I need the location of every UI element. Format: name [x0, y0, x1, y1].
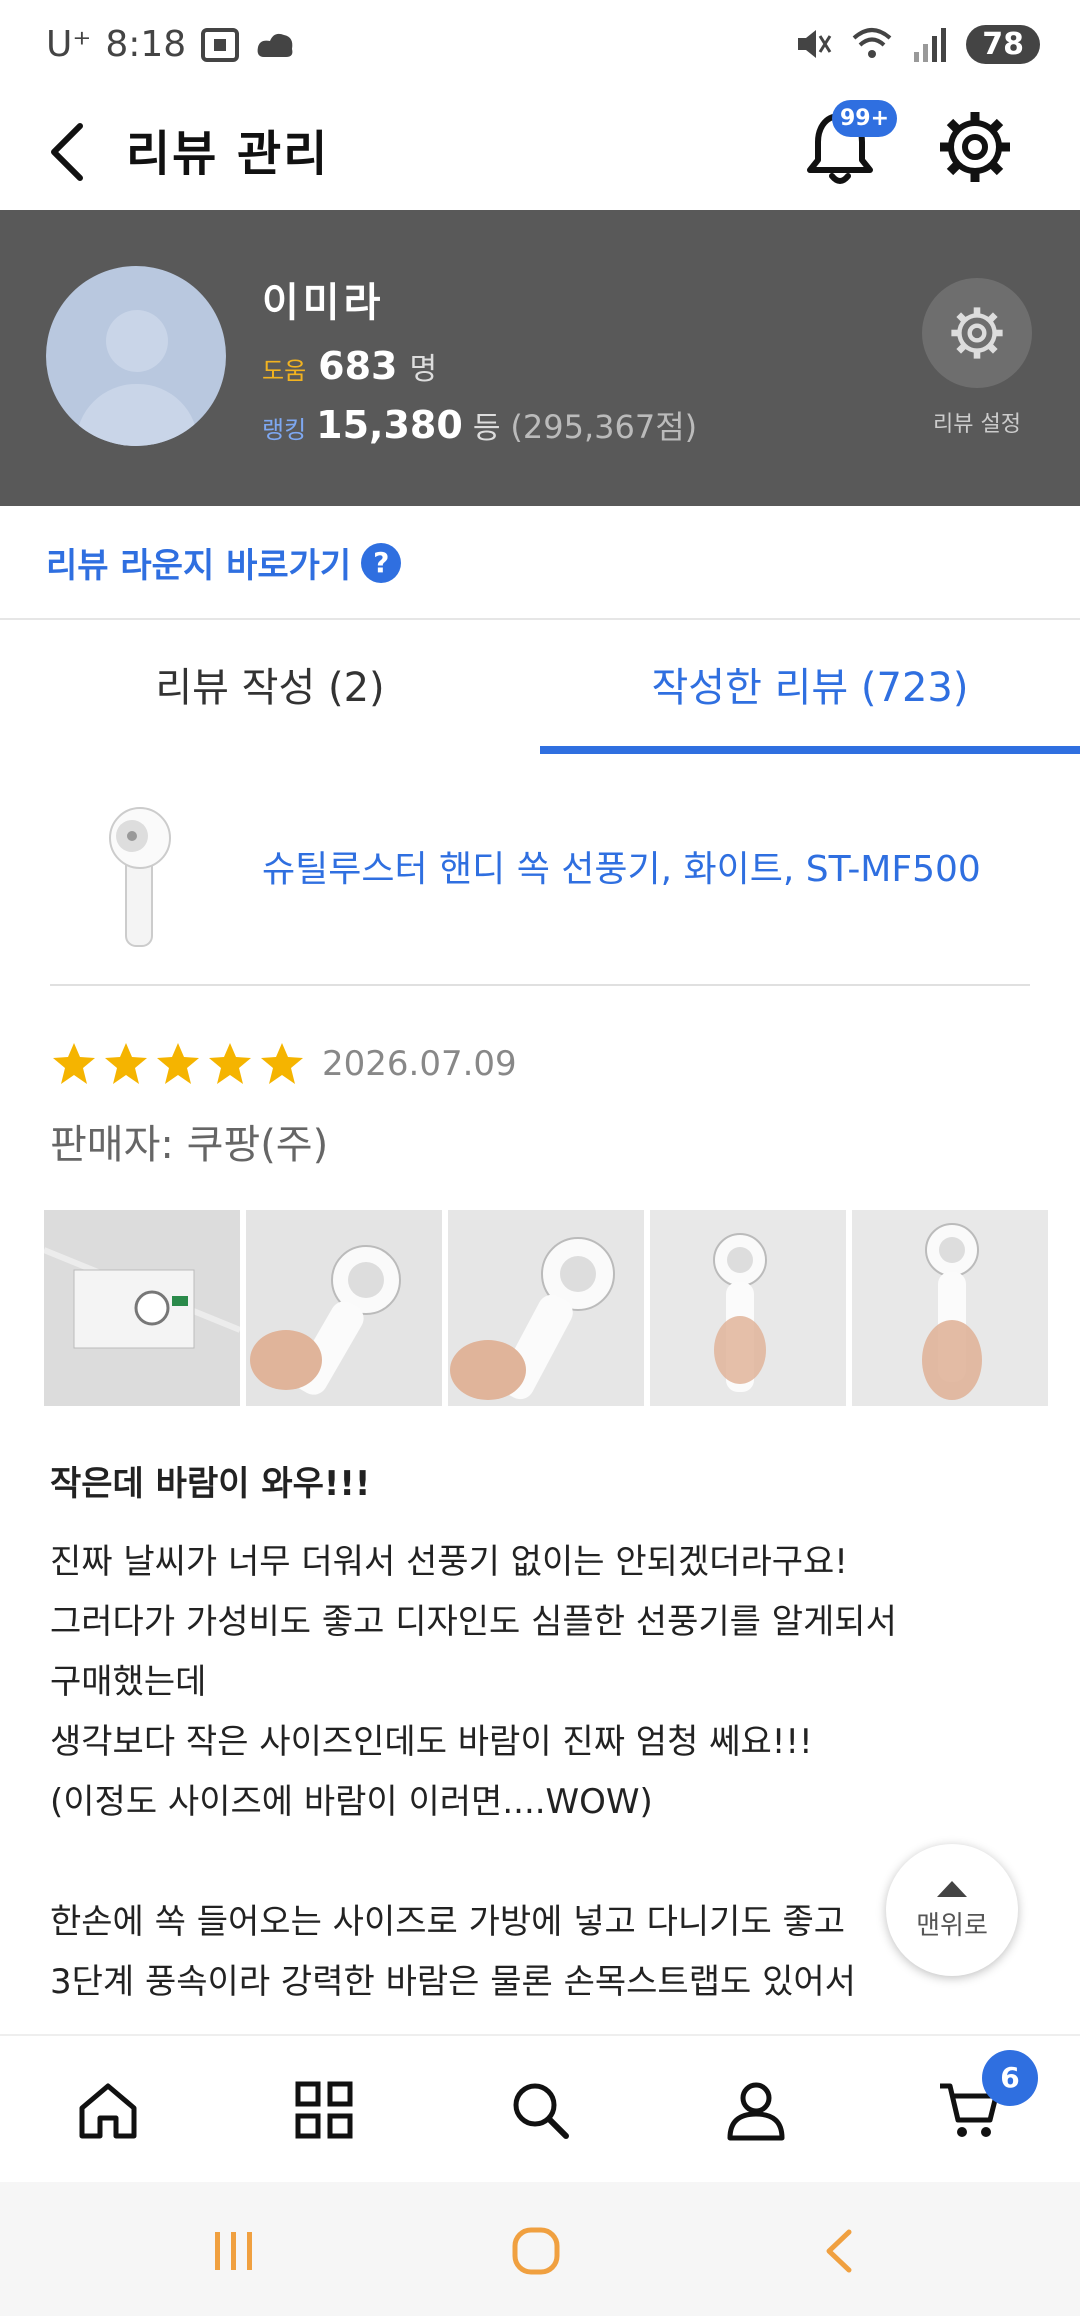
app-header: 리뷰 관리 99+	[0, 92, 1080, 210]
review-lounge-link[interactable]: 리뷰 라운지 바로가기 ?	[46, 538, 402, 587]
signal-icon	[914, 28, 947, 62]
profile-name: 이미라	[262, 280, 385, 326]
review-line: 진짜 날씨가 너무 더워서 선풍기 없이는 안되겠더라구요!	[50, 1542, 848, 1582]
review-settings-button[interactable]	[922, 278, 1032, 388]
rank-unit: 등	[472, 411, 501, 446]
avatar-body	[76, 384, 198, 446]
review-line: (이정도 사이즈에 바람이 이러면....WOW)	[50, 1782, 653, 1822]
avatar[interactable]	[46, 266, 226, 446]
help-icon[interactable]: ?	[361, 542, 402, 583]
lounge-label: 리뷰 라운지 바로가기	[46, 546, 352, 586]
page-title: 리뷰 관리	[126, 126, 330, 182]
tab-written-reviews[interactable]: 작성한 리뷰 (723)	[540, 620, 1080, 756]
rank-value: 15,380	[316, 403, 463, 447]
grid-icon	[295, 2081, 353, 2139]
search-icon	[513, 2083, 569, 2139]
status-right: 78	[792, 24, 1040, 64]
product-name[interactable]: 슈틸루스터 핸디 쏙 선풍기, 화이트, ST-MF500	[262, 840, 981, 892]
rank-row: 랭킹 15,380 등 (295,367점)	[262, 402, 697, 448]
help-count: 683	[318, 344, 398, 388]
review-photo[interactable]	[44, 1210, 240, 1406]
user-icon	[727, 2082, 785, 2141]
product-row[interactable]: 슈틸루스터 핸디 쏙 선풍기, 화이트, ST-MF500	[0, 770, 1080, 970]
active-tab-indicator	[540, 746, 1080, 754]
tab-write-review[interactable]: 리뷰 작성 (2)	[0, 620, 540, 756]
gear-icon	[951, 307, 1003, 359]
back-to-top-label: 맨위로	[916, 1910, 988, 1941]
status-bar: U⁺ 8:18 78	[0, 0, 1080, 92]
star-icon	[261, 1043, 303, 1084]
gear-icon	[940, 112, 1010, 182]
battery-indicator: 78	[966, 24, 1040, 64]
review-line: 생각보다 작은 사이즈인데도 바람이 진짜 엄청 쎄요!!!	[50, 1722, 813, 1762]
caret-up-icon	[937, 1880, 967, 1897]
chevron-left-icon	[51, 123, 83, 181]
nav-home[interactable]	[68, 2070, 148, 2150]
photo-hand-fan-image	[852, 1210, 1048, 1406]
review-line: 그러다가 가성비도 좋고 디자인도 심플한 선풍기를 알게되서	[50, 1602, 897, 1642]
home-circle-icon	[512, 2227, 560, 2275]
clock: 8:18	[105, 24, 187, 65]
system-back-button[interactable]	[800, 2216, 880, 2286]
review-line	[50, 1832, 1030, 1892]
review-line: 구매했는데	[50, 1662, 207, 1702]
review-body: 진짜 날씨가 너무 더워서 선풍기 없이는 안되겠더라구요! 그러다가 가성비도 …	[50, 1532, 1030, 2012]
back-button[interactable]	[40, 112, 100, 192]
product-thumbnail[interactable]	[90, 800, 190, 950]
review-tabs: 리뷰 작성 (2) 작성한 리뷰 (723)	[0, 620, 1080, 756]
carrier-label: U⁺	[46, 24, 92, 65]
avatar-head	[106, 310, 168, 372]
photo-hand-fan-image	[448, 1210, 644, 1406]
star-icon	[105, 1043, 147, 1084]
review-settings-label: 리뷰 설정	[933, 412, 1021, 437]
review-photos	[44, 1210, 1080, 1406]
help-count-row: 도움 683 명	[262, 344, 437, 388]
notification-badge: 99+	[832, 100, 898, 137]
star-rating	[50, 1040, 306, 1088]
rank-label: 랭킹	[262, 416, 307, 444]
screenshot-icon	[201, 27, 240, 62]
photo-hand-fan-image	[246, 1210, 442, 1406]
cloud-icon	[257, 33, 293, 57]
recent-apps-button[interactable]	[194, 2216, 274, 2286]
wifi-icon	[852, 28, 892, 58]
review-line: 3단계 풍속이라 강력한 바람은 물론 손목스트랩도 있어서	[50, 1962, 856, 2002]
review-photo[interactable]	[650, 1210, 846, 1406]
star-icon	[157, 1043, 199, 1084]
recent-apps-icon	[215, 2232, 252, 2270]
star-icon	[209, 1043, 251, 1084]
review-photo[interactable]	[448, 1210, 644, 1406]
review-line: 한손에 쏙 들어오는 사이즈로 가방에 넣고 다니기도 좋고	[50, 1902, 846, 1942]
back-to-top-button[interactable]: 맨위로	[886, 1844, 1018, 1976]
cart-count-badge: 6	[982, 2050, 1038, 2106]
photo-hand-fan-image	[650, 1210, 846, 1406]
back-arrow-icon	[826, 2229, 852, 2273]
rating-row: 2026.07.09	[50, 1040, 517, 1088]
nav-search[interactable]	[500, 2070, 580, 2150]
review-photo[interactable]	[852, 1210, 1048, 1406]
nav-my-page[interactable]	[716, 2070, 796, 2150]
profile-card: 이미라 도움 683 명 랭킹 15,380 등 (295,367점) 리뷰 설…	[0, 210, 1080, 506]
home-button[interactable]	[496, 2216, 576, 2286]
review-photo[interactable]	[246, 1210, 442, 1406]
help-unit: 명	[409, 352, 438, 387]
photo-box-image	[44, 1210, 240, 1406]
mute-icon	[798, 30, 832, 58]
review-title: 작은데 바람이 와우!!!	[50, 1464, 371, 1504]
seller-label: 판매자: 쿠팡(주)	[50, 1122, 329, 1168]
review-date: 2026.07.09	[322, 1044, 517, 1084]
bottom-navigation	[0, 2034, 1080, 2182]
system-navigation	[0, 2182, 1080, 2316]
status-left: U⁺ 8:18	[46, 24, 298, 65]
home-icon	[79, 2083, 137, 2139]
settings-button[interactable]	[934, 106, 1016, 188]
star-icon	[53, 1043, 95, 1084]
divider	[50, 984, 1030, 986]
rank-points: (295,367점)	[510, 408, 698, 446]
help-label: 도움	[262, 357, 307, 385]
nav-categories[interactable]	[284, 2070, 364, 2150]
